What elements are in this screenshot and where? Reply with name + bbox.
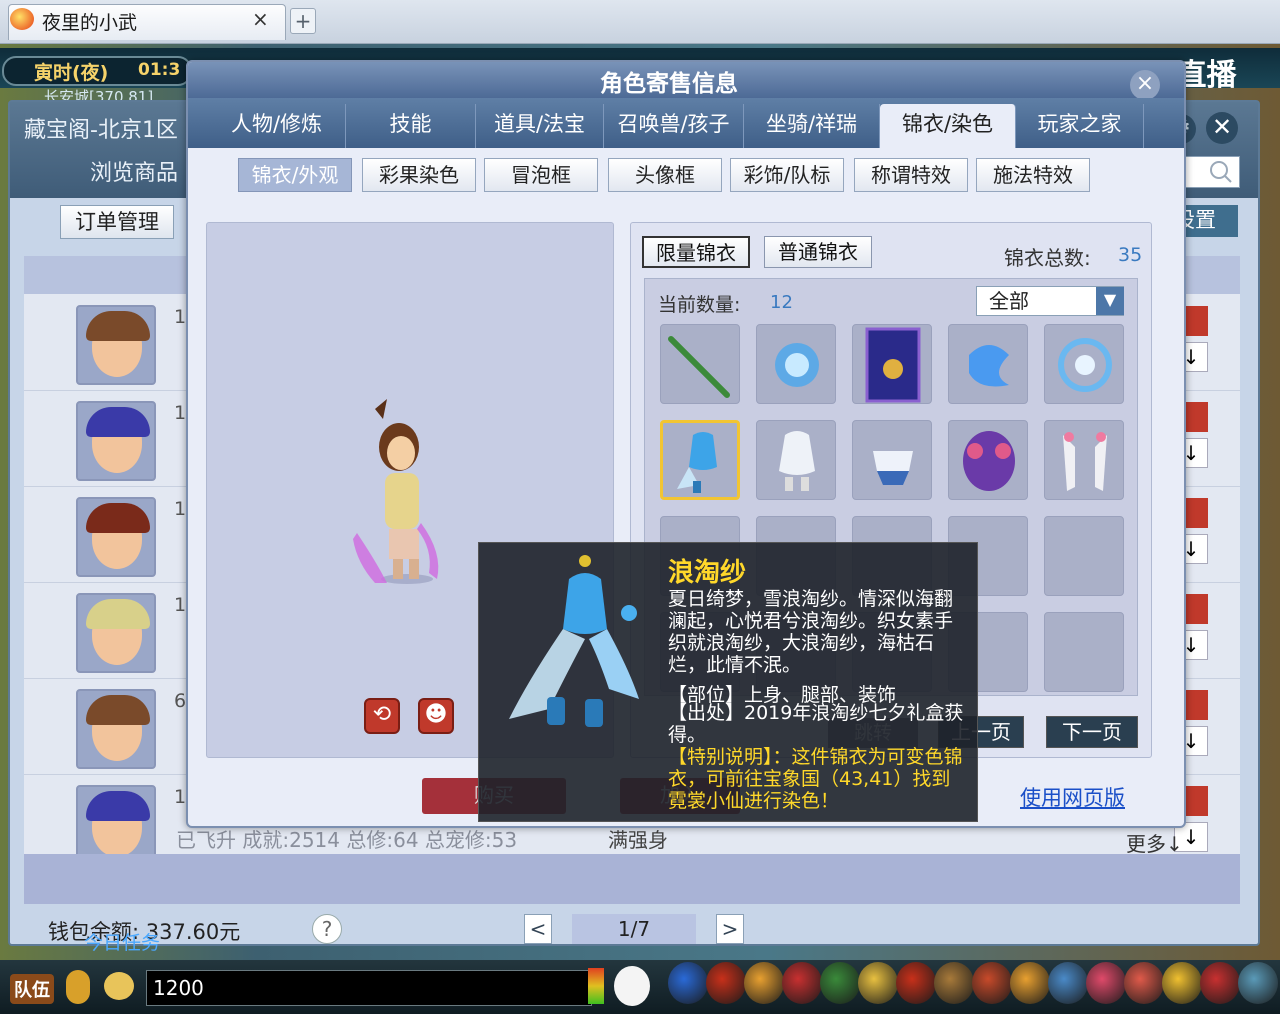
outfit-slot[interactable] <box>756 324 836 404</box>
page-next-button[interactable]: > <box>716 914 744 944</box>
action-icon[interactable]: ☻ <box>418 698 454 734</box>
outfit-slot[interactable] <box>660 324 740 404</box>
subtab-3[interactable]: 头像框 <box>608 158 722 192</box>
game-shortcut-icon[interactable] <box>1162 962 1202 1004</box>
game-shortcut-icon[interactable] <box>1048 962 1088 1004</box>
chat-input[interactable]: 1200 <box>146 970 592 1006</box>
row-level: 1 <box>174 594 187 616</box>
shop-close-icon[interactable]: ✕ <box>1206 112 1238 144</box>
subtab-6[interactable]: 施法特效 <box>976 158 1090 192</box>
outfit-slot[interactable] <box>1044 324 1124 404</box>
tab-4[interactable]: 坐骑/祥瑞 <box>744 104 880 148</box>
outfit-description: 夏日绮梦，雪浪淘纱。情深似海翻澜起，心悦君兮浪淘纱。织女素手织就浪淘纱，大浪淘纱… <box>668 588 954 676</box>
location-label: 长安城[370,81] <box>44 88 154 100</box>
tab-6[interactable]: 玩家之家 <box>1016 104 1144 148</box>
outfit-special-note: 【特别说明】：这件锦衣为可变色锦衣，可前往宝象国（43,41）找到霓裳小仙进行染… <box>668 746 963 812</box>
chat-bubble-icon[interactable] <box>104 972 134 1000</box>
help-button[interactable]: ? <box>312 914 342 944</box>
game-shortcut-icon[interactable] <box>668 962 708 1004</box>
current-count-value: 12 <box>770 292 793 313</box>
team-button[interactable]: 队伍 <box>10 974 54 1004</box>
outfit-slot[interactable] <box>948 420 1028 500</box>
outfit-total-value: 35 <box>1118 244 1143 266</box>
subtab-0[interactable]: 锦衣/外观 <box>238 158 352 192</box>
outfit-slot[interactable] <box>1044 516 1124 596</box>
game-shortcut-icon[interactable] <box>858 962 898 1004</box>
outfit-name: 浪淘纱 <box>668 558 747 588</box>
search-icon[interactable] <box>1182 156 1240 188</box>
outfit-slot[interactable] <box>852 324 932 404</box>
page-indicator: 1/7 <box>572 914 696 944</box>
game-shortcut-icon[interactable] <box>972 962 1012 1004</box>
avatar <box>76 401 156 481</box>
game-shortcut-icon[interactable] <box>1010 962 1050 1004</box>
outfit-type-tab-0[interactable]: 限量锦衣 <box>642 236 750 268</box>
game-shortcut-icon[interactable] <box>744 962 784 1004</box>
time-value: 01:3 <box>138 60 181 80</box>
outfit-slot[interactable] <box>756 420 836 500</box>
chat-energy-bar <box>588 968 604 1004</box>
tab-close-button[interactable]: × <box>252 7 269 31</box>
row-level: 6 <box>174 690 187 712</box>
new-tab-button[interactable]: + <box>290 8 316 34</box>
avatar <box>76 689 156 769</box>
tab-5[interactable]: 锦衣/染色 <box>880 104 1016 148</box>
subtab-5[interactable]: 称谓特效 <box>854 158 968 192</box>
time-label: 寅时(夜) <box>34 62 109 84</box>
game-shortcut-icon[interactable] <box>1086 962 1126 1004</box>
outfit-slot[interactable] <box>1044 612 1124 692</box>
tab-2[interactable]: 道具/法宝 <box>476 104 604 148</box>
rotate-icon[interactable]: ⟲ <box>364 698 400 734</box>
row-level: 1 <box>174 498 187 520</box>
more-button[interactable]: 更多↓ <box>1126 828 1183 857</box>
browse-goods-tab[interactable]: 浏览商品 <box>90 155 178 187</box>
tab-1[interactable]: 技能 <box>346 104 476 148</box>
avatar <box>76 305 156 385</box>
web-version-link[interactable]: 使用网页版 <box>1020 782 1125 812</box>
dialog-title: 角色寄售信息 <box>600 71 738 97</box>
pet-avatar-icon[interactable] <box>614 966 650 1006</box>
outfit-slot[interactable] <box>660 420 740 500</box>
next-page-button[interactable]: 下一页 <box>1046 716 1138 748</box>
tab-3[interactable]: 召唤兽/孩子 <box>604 104 744 148</box>
subtab-4[interactable]: 彩饰/队标 <box>730 158 844 192</box>
game-shortcut-icon[interactable] <box>934 962 974 1004</box>
outfit-slot[interactable] <box>1044 420 1124 500</box>
outfit-slot[interactable] <box>948 324 1028 404</box>
game-shortcut-icon[interactable] <box>706 962 746 1004</box>
game-shortcut-icon[interactable] <box>1200 962 1240 1004</box>
outfit-image <box>509 555 639 727</box>
game-logo-icon <box>10 8 34 30</box>
dialog-close-button[interactable]: × <box>1130 70 1160 100</box>
shop-footer <box>24 854 1240 904</box>
current-count-label: 当前数量: <box>658 294 741 316</box>
game-shortcut-icon[interactable] <box>1238 962 1278 1004</box>
subtab-1[interactable]: 彩果染色 <box>362 158 476 192</box>
daily-task-link[interactable]: 今日任务 <box>84 928 160 955</box>
subtab-2[interactable]: 冒泡框 <box>484 158 598 192</box>
row-level: 1 <box>174 402 187 424</box>
game-shortcut-icon[interactable] <box>820 962 860 1004</box>
outfit-slot[interactable] <box>852 420 932 500</box>
avatar <box>76 593 156 673</box>
page-prev-button[interactable]: < <box>524 914 552 944</box>
microphone-icon[interactable] <box>66 970 90 1004</box>
outfit-type-tab-1[interactable]: 普通锦衣 <box>764 236 872 268</box>
outfit-source: 【出处】2019年浪淘纱七夕礼盒获得。 <box>668 702 964 746</box>
game-shortcut-icon[interactable] <box>896 962 936 1004</box>
order-manage-button[interactable]: 订单管理 <box>60 205 174 239</box>
outfit-total-label: 锦衣总数: <box>1004 246 1091 270</box>
row-level: 1 <box>174 306 187 328</box>
shop-title: 藏宝阁-北京1区 <box>24 118 178 143</box>
tab-title: 夜里的小武 <box>42 12 138 34</box>
game-shortcut-icon[interactable] <box>1124 962 1164 1004</box>
chevron-down-icon[interactable]: ▼ <box>1096 287 1124 315</box>
avatar <box>76 785 156 865</box>
tab-0[interactable]: 人物/修炼 <box>208 104 346 148</box>
row-level: 1 <box>174 786 187 808</box>
game-shortcut-icon[interactable] <box>782 962 822 1004</box>
avatar <box>76 497 156 577</box>
